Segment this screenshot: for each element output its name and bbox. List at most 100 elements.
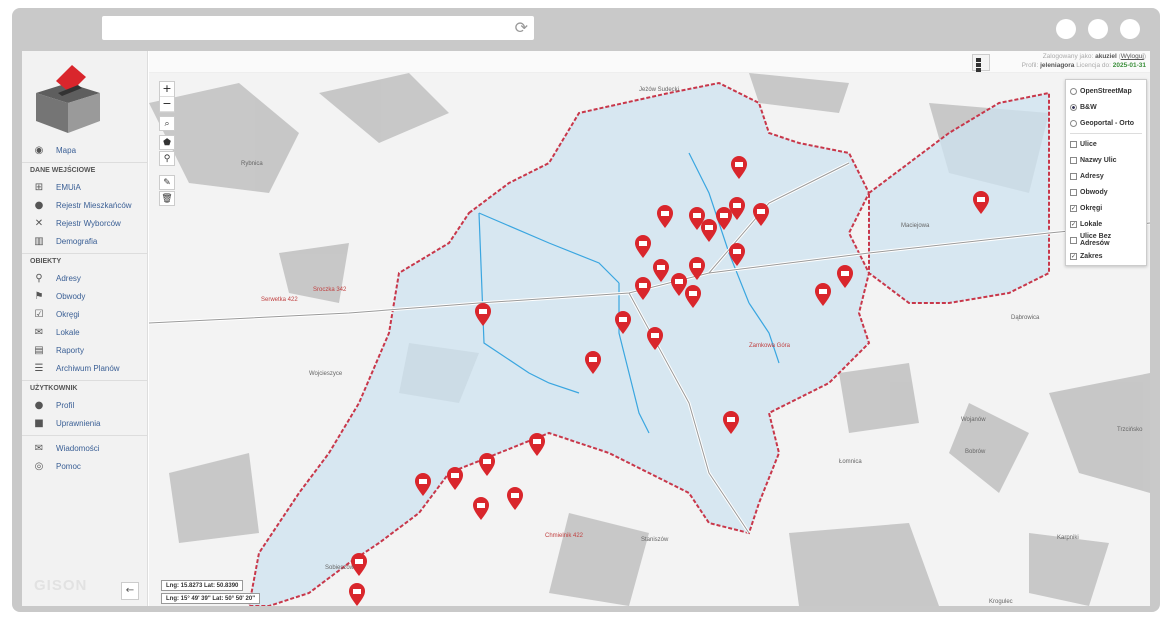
overlay-ulice[interactable]: Ulice <box>1070 136 1142 152</box>
map-canvas[interactable]: Jeżów Sudecki Rybnica Maciejowa Dąbrowic… <box>149 73 1150 606</box>
polling-station-marker[interactable] <box>634 277 652 301</box>
overlay-lokale[interactable]: ✓ Lokale <box>1070 216 1142 232</box>
overlay-ulice-bez-adresow[interactable]: Ulice Bez Adresów <box>1070 232 1142 248</box>
sidebar-item-raporty[interactable]: ▤ Raporty <box>22 341 148 359</box>
polling-station-marker[interactable] <box>684 285 702 309</box>
base-layer-openstreetmap[interactable]: OpenStreetMap <box>1070 83 1142 99</box>
draw-marker-button[interactable]: ⚲ <box>159 151 175 166</box>
sidebar-item-lokale[interactable]: ✉ Lokale <box>22 323 148 341</box>
sidebar-item-rejestr-wyborcow[interactable]: ✕ Rejestr Wyborców <box>22 214 148 232</box>
place-label: Chmielnik 422 <box>545 533 584 539</box>
draw-polygon-button[interactable]: ⬟ <box>159 135 175 150</box>
polling-station-marker[interactable] <box>722 411 740 435</box>
edit-layers-button[interactable]: ✎ <box>159 175 175 190</box>
window-control-minimize[interactable] <box>1056 19 1076 39</box>
sidebar-item-emuia[interactable]: ⊞ EMUiA <box>22 178 148 196</box>
place-label: Wojanów <box>961 417 986 423</box>
overlay-okregi[interactable]: ✓ Okręgi <box>1070 200 1142 216</box>
sidebar-collapse-button[interactable]: ← <box>121 582 139 600</box>
polling-station-marker[interactable] <box>478 453 496 477</box>
overlay-zakres[interactable]: ✓ Zakres <box>1070 248 1142 264</box>
topbar: Zalogowany jako: akuziel (Wyloguj) Profi… <box>149 51 1150 77</box>
place-label: Rybnica <box>241 161 263 167</box>
checkbox[interactable] <box>1070 156 1077 164</box>
polling-station-marker[interactable] <box>728 197 746 221</box>
user-icon: ● <box>34 399 44 411</box>
polling-station-marker[interactable] <box>814 283 832 307</box>
polling-station-marker[interactable] <box>688 257 706 281</box>
polling-station-marker[interactable] <box>836 265 854 289</box>
license-date: 2025-01-31 <box>1112 62 1146 69</box>
zoom-out-button[interactable]: − <box>160 97 174 112</box>
ballot-box-logo-icon[interactable] <box>28 61 108 136</box>
sidebar-item-pomoc[interactable]: ◎ Pomoc <box>22 457 148 475</box>
marker-icon: ⚲ <box>163 154 171 164</box>
overlay-adresy[interactable]: Adresy <box>1070 168 1142 184</box>
polling-station-marker[interactable] <box>646 327 664 351</box>
window-control-close[interactable] <box>1120 19 1140 39</box>
sidebar-item-mapa[interactable]: ◉ Mapa <box>22 141 148 159</box>
radio-button[interactable] <box>1070 119 1077 127</box>
list-icon: ☰ <box>34 362 44 374</box>
logout-link[interactable]: Wyloguj <box>1121 53 1144 60</box>
sidebar-nav: ◉ Mapa DANE WEJŚCIOWE ⊞ EMUiA ● Rejestr Mie… <box>22 141 148 475</box>
checkbox-checked[interactable]: ✓ <box>1070 204 1077 212</box>
sidebar-item-obwody[interactable]: ⚑ Obwody <box>22 287 148 305</box>
polling-station-marker[interactable] <box>414 473 432 497</box>
checkbox[interactable] <box>1070 188 1077 196</box>
polling-station-marker[interactable] <box>474 303 492 327</box>
polling-station-marker[interactable] <box>506 487 524 511</box>
polling-station-marker[interactable] <box>472 497 490 521</box>
delete-layers-button[interactable]: 🗑 <box>159 191 175 206</box>
sidebar-item-rejestr-mieszkancow[interactable]: ● Rejestr Mieszkańców <box>22 196 148 214</box>
polling-station-marker[interactable] <box>634 235 652 259</box>
bar-chart-icon: ▥ <box>34 235 44 247</box>
place-label: Jeżów Sudecki <box>639 87 680 93</box>
base-layer-geoportal[interactable]: Geoportal - Orto <box>1070 115 1142 131</box>
radio-button-selected[interactable] <box>1070 103 1077 111</box>
polling-station-marker[interactable] <box>700 219 718 243</box>
polling-station-marker[interactable] <box>752 203 770 227</box>
sidebar-item-archiwum-planow[interactable]: ☰ Archiwum Planów <box>22 359 148 377</box>
polling-station-marker[interactable] <box>728 243 746 267</box>
grid-menu-button[interactable] <box>972 54 990 77</box>
checkbox-checked[interactable]: ✓ <box>1070 220 1077 228</box>
checkbox[interactable] <box>1070 236 1077 244</box>
sidebar-item-uprawnienia[interactable]: ■ Uprawnienia <box>22 414 148 432</box>
overlay-nazwy-ulic[interactable]: Nazwy Ulic <box>1070 152 1142 168</box>
overlay-obwody[interactable]: Obwody <box>1070 184 1142 200</box>
reload-icon[interactable]: ⟳ <box>515 18 528 37</box>
polling-station-marker[interactable] <box>614 311 632 335</box>
search-icon: ⌕ <box>164 119 170 129</box>
lock-icon: ■ <box>34 417 44 429</box>
sidebar-item-adresy[interactable]: ⚲ Adresy <box>22 269 148 287</box>
sidebar-item-wiadomosci[interactable]: ✉ Wiadomości <box>22 439 148 457</box>
place-label: Łomnica <box>839 459 862 465</box>
polling-station-marker[interactable] <box>652 259 670 283</box>
search-tool-button[interactable]: ⌕ <box>159 116 175 131</box>
polling-station-marker[interactable] <box>528 433 546 457</box>
user-info: Zalogowany jako: akuziel (Wyloguj) Profi… <box>1021 53 1146 69</box>
polygon-icon: ⬟ <box>163 138 171 148</box>
sidebar-item-demografia[interactable]: ▥ Demografia <box>22 232 148 250</box>
polling-station-marker[interactable] <box>446 467 464 491</box>
checkbox[interactable] <box>1070 172 1077 180</box>
polling-station-marker[interactable] <box>730 156 748 180</box>
polling-station-marker[interactable] <box>656 205 674 229</box>
base-layer-bw[interactable]: B&W <box>1070 99 1142 115</box>
window-control-maximize[interactable] <box>1088 19 1108 39</box>
polling-station-marker[interactable] <box>348 583 366 606</box>
checkbox[interactable] <box>1070 140 1077 148</box>
sidebar-item-okregi[interactable]: ☑ Okręgi <box>22 305 148 323</box>
radio-button[interactable] <box>1070 87 1077 95</box>
checkbox-checked[interactable]: ✓ <box>1070 252 1077 260</box>
address-bar[interactable]: ⟳ <box>102 16 534 40</box>
polling-station-marker[interactable] <box>972 191 990 215</box>
document-icon: ▤ <box>34 344 44 356</box>
sidebar: ◉ Mapa DANE WEJŚCIOWE ⊞ EMUiA ● Rejestr Mie… <box>22 51 148 606</box>
section-uzytkownik: UŻYTKOWNIK <box>22 380 148 396</box>
zoom-in-button[interactable]: + <box>160 82 174 97</box>
polling-station-marker[interactable] <box>584 351 602 375</box>
map-pin-icon: ⚲ <box>35 272 43 284</box>
sidebar-item-profil[interactable]: ● Profil <box>22 396 148 414</box>
